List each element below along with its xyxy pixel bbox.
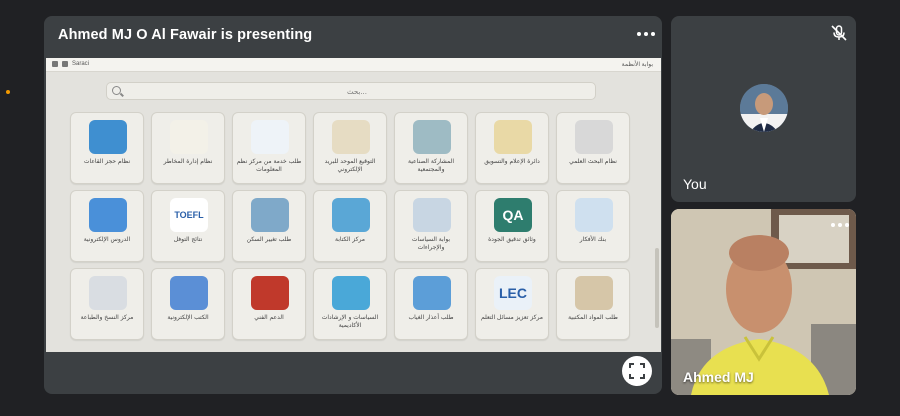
app-tile-label: دائرة الإعلام والتسويق — [484, 158, 540, 165]
document-icon — [251, 120, 289, 154]
app-tile: الدروس الإلكترونية — [70, 190, 144, 262]
app-tile-label: مركز الكتابة — [335, 236, 365, 243]
toefl-icon: TOEFL — [170, 198, 208, 232]
app-tile-label: بنك الأفكار — [579, 236, 607, 243]
app-tile: بنك الأفكار — [556, 190, 630, 262]
app-tile: مركز النسخ والطباعة — [70, 268, 144, 340]
app-tile: نظام البحث العلمي — [556, 112, 630, 184]
app-tile: طلب خدمة من مركز نظم المعلومات — [232, 112, 306, 184]
app-tile-label: نظام البحث العلمي — [569, 158, 617, 165]
app-tile-label: طلب خدمة من مركز نظم المعلومات — [236, 158, 302, 173]
topbar-user: Saraci — [72, 61, 90, 67]
factory-icon — [413, 120, 451, 154]
clapperboard-icon — [89, 198, 127, 232]
media-icon — [494, 120, 532, 154]
calendar-icon — [89, 120, 127, 154]
app-tile-label: السياسات و الإرشادات الأكاديمية — [321, 314, 379, 329]
more-vert-icon[interactable] — [636, 26, 656, 42]
app-tile-label: نتائج التوفل — [173, 236, 203, 243]
app-tile: QA وثائق تدقيق الجودة — [475, 190, 549, 262]
printer-icon — [89, 276, 127, 310]
app-tile: طلب تغيير السكن — [232, 190, 306, 262]
avatar — [740, 84, 788, 132]
research-icon — [575, 120, 613, 154]
keyboard-icon — [251, 276, 289, 310]
app-tile-label: الدروس الإلكترونية — [83, 236, 131, 243]
app-tile: مركز الكتابة — [313, 190, 387, 262]
ebook-icon — [170, 276, 208, 310]
app-tile: الكتب الإلكترونية — [151, 268, 225, 340]
app-grid: نظام حجز القاعات نظام إدارة المخاطر طلب خد… — [70, 112, 635, 340]
form-icon — [413, 276, 451, 310]
user-icon — [62, 61, 68, 67]
app-tile: بوابة السياسات والإجراءات — [394, 190, 468, 262]
search-icon — [112, 86, 121, 95]
app-tile: نظام إدارة المخاطر — [151, 112, 225, 184]
video-feed — [671, 209, 856, 395]
pen-icon — [332, 198, 370, 232]
participant-tile-you[interactable]: You — [671, 16, 856, 202]
scrollbar — [655, 248, 659, 328]
app-tile-label: طلب أعذار الغياب — [408, 314, 454, 321]
activity-dot — [6, 90, 10, 94]
portal-title: بوابة الأنظمة — [621, 62, 653, 68]
participant-name-you: You — [683, 176, 707, 192]
qa-icon: QA — [494, 198, 532, 232]
books-icon — [413, 198, 451, 232]
app-tile-label: بوابة السياسات والإجراءات — [411, 236, 451, 251]
app-tile: السياسات و الإرشادات الأكاديمية — [313, 268, 387, 340]
app-tile-label: طلب المواد المكتبية — [568, 314, 618, 321]
fullscreen-button[interactable] — [622, 356, 652, 386]
app-tile: الدعم الفني — [232, 268, 306, 340]
participant-tile-presenter[interactable]: Ahmed MJ — [671, 209, 856, 395]
ideas-icon — [575, 198, 613, 232]
presentation-title: Ahmed MJ O Al Fawair is presenting — [58, 27, 313, 43]
app-tile-label: مركز النسخ والطباعة — [80, 314, 134, 321]
participant-name-presenter: Ahmed MJ — [683, 369, 754, 385]
app-tile-label: طلب تغيير السكن — [246, 236, 292, 243]
signature-icon — [332, 120, 370, 154]
guide-icon — [332, 276, 370, 310]
shared-screen: Saraci بوابة الأنظمة نظام حجز القاعاتنظا… — [46, 58, 661, 352]
app-tile: دائرة الإعلام والتسويق — [475, 112, 549, 184]
portal-topbar: Saraci بوابة الأنظمة — [46, 58, 661, 72]
app-tile: LEC مركز تعزيز مسائل التعلم — [475, 268, 549, 340]
app-tile-label: الكتب الإلكترونية — [167, 314, 209, 321]
presentation-tile[interactable]: Ahmed MJ O Al Fawair is presenting Sarac… — [44, 16, 662, 394]
portal-search — [106, 82, 596, 100]
search-input — [127, 85, 587, 98]
app-tile-label: نظام حجز القاعات — [83, 158, 131, 165]
app-tile-label: وثائق تدقيق الجودة — [488, 236, 536, 243]
app-tile: طلب المواد المكتبية — [556, 268, 630, 340]
app-tile: TOEFL نتائج التوفل — [151, 190, 225, 262]
more-vert-icon[interactable] — [830, 217, 850, 233]
app-tile: التوقيع الموحد للبريد الإلكتروني — [313, 112, 387, 184]
app-tile: نظام حجز القاعات — [70, 112, 144, 184]
app-tile-label: نظام إدارة المخاطر — [163, 158, 213, 165]
app-tile-label: مركز تعزيز مسائل التعلم — [480, 314, 544, 321]
leaf-icon — [170, 120, 208, 154]
app-tile-label: الدعم الفني — [254, 314, 284, 321]
app-tile-label: المشاركة الصناعية والمجتمعية — [408, 158, 454, 173]
app-tile: طلب أعذار الغياب — [394, 268, 468, 340]
app-tile-label: التوقيع الموحد للبريد الإلكتروني — [324, 158, 376, 173]
lock-icon — [52, 61, 58, 67]
app-tile: المشاركة الصناعية والمجتمعية — [394, 112, 468, 184]
lec-icon: LEC — [494, 276, 532, 310]
fullscreen-icon — [629, 363, 645, 379]
building-icon — [251, 198, 289, 232]
mic-off-icon[interactable] — [830, 24, 848, 42]
bookshelf-icon — [575, 276, 613, 310]
